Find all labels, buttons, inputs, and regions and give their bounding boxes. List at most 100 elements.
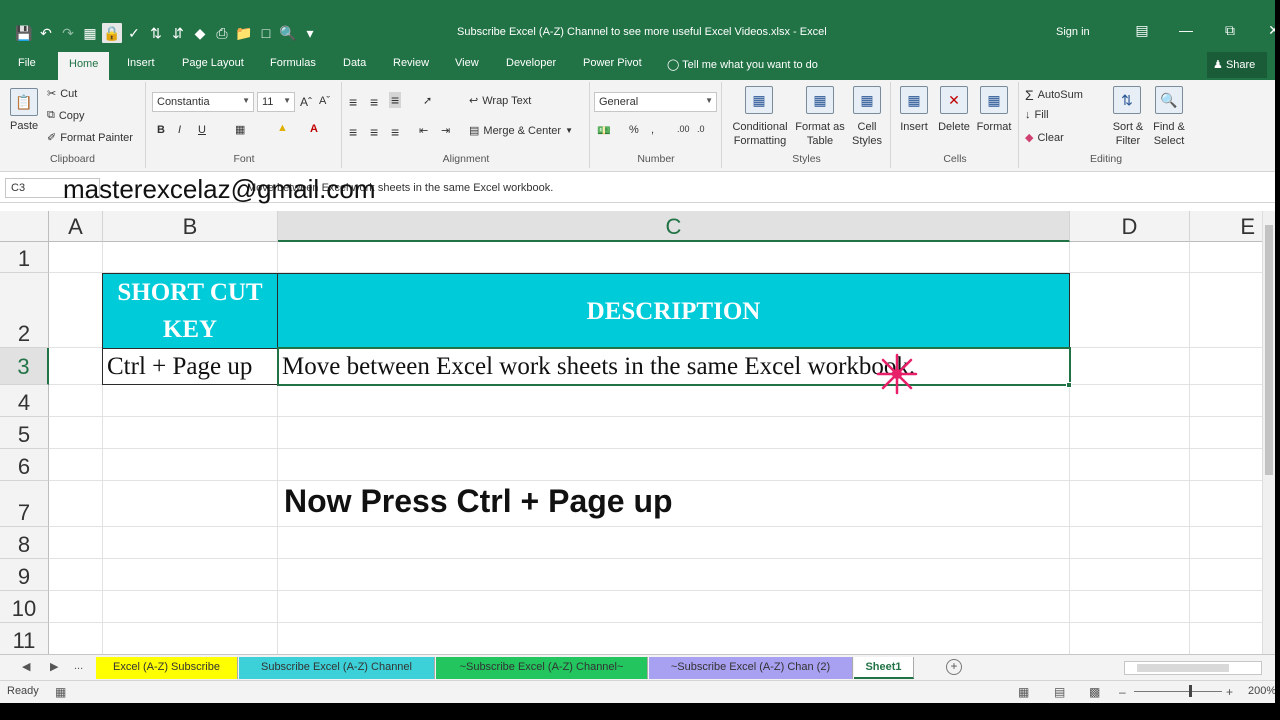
increase-indent-icon[interactable]: ⇥ bbox=[441, 124, 450, 137]
vertical-scroll-thumb[interactable] bbox=[1265, 225, 1273, 475]
number-format-select[interactable]: General ▼ bbox=[594, 92, 717, 112]
print-icon[interactable]: ⎙ bbox=[212, 23, 232, 43]
clear-button[interactable]: ◆ Clear bbox=[1025, 131, 1064, 145]
row-header-5[interactable]: 5 bbox=[0, 417, 49, 449]
redo-icon[interactable]: ↷ bbox=[58, 23, 78, 43]
font-size-select[interactable]: 11 ▼ bbox=[257, 92, 295, 112]
align-top-icon[interactable]: ≡ bbox=[349, 94, 357, 110]
horizontal-scroll-thumb[interactable] bbox=[1137, 664, 1229, 672]
macro-record-icon[interactable]: ▦ bbox=[55, 685, 66, 699]
column-header-a[interactable]: A bbox=[49, 211, 103, 242]
merge-center-button[interactable]: ▤ Merge & Center ▼ bbox=[469, 124, 573, 138]
tab-data[interactable]: Data bbox=[343, 57, 366, 69]
new-file-icon[interactable]: □ bbox=[256, 23, 276, 43]
autosum-button[interactable]: Σ AutoSum bbox=[1025, 87, 1083, 103]
row-header-3[interactable]: 3 bbox=[0, 348, 49, 385]
row-header-8[interactable]: 8 bbox=[0, 527, 49, 559]
increase-decimal-icon[interactable]: .00 bbox=[677, 124, 690, 134]
worksheet-grid[interactable]: A B C D E 1 2 3 4 5 6 7 8 9 10 11 SHORT … bbox=[0, 211, 1262, 654]
column-header-d[interactable]: D bbox=[1070, 211, 1190, 242]
share-button[interactable]: ♟ Share bbox=[1207, 52, 1267, 78]
sheet-tab-4[interactable]: ~Subscribe Excel (A-Z) Chan (2) bbox=[649, 657, 853, 679]
tab-review[interactable]: Review bbox=[393, 57, 429, 69]
add-sheet-icon[interactable]: + bbox=[946, 659, 962, 675]
decrease-decimal-icon[interactable]: .0 bbox=[697, 124, 705, 134]
conditional-formatting-button[interactable]: Conditional Formatting bbox=[727, 120, 793, 148]
fill-button[interactable]: ↓ Fill bbox=[1025, 109, 1049, 121]
restore-icon[interactable]: ⧉ bbox=[1208, 22, 1252, 39]
font-color-icon[interactable]: A bbox=[310, 123, 318, 135]
percent-icon[interactable]: % bbox=[629, 124, 639, 136]
vertical-scrollbar[interactable] bbox=[1262, 211, 1275, 654]
fill-color-icon[interactable]: ▲ bbox=[277, 122, 288, 134]
decrease-indent-icon[interactable]: ⇤ bbox=[419, 124, 428, 137]
cut-button[interactable]: ✂ Cut bbox=[47, 87, 77, 101]
save-icon[interactable]: 💾 bbox=[14, 23, 34, 43]
select-all-corner[interactable] bbox=[0, 211, 49, 242]
header-cell-shortcut-key[interactable]: SHORT CUT KEY bbox=[102, 273, 278, 349]
insert-cells-icon[interactable]: ▦ bbox=[900, 86, 928, 114]
tab-developer[interactable]: Developer bbox=[506, 57, 556, 69]
borders-icon[interactable]: ▦ bbox=[235, 123, 245, 136]
tell-me-box[interactable]: ◯ Tell me what you want to do bbox=[667, 58, 818, 71]
sheet-prev-icon[interactable]: ◀ bbox=[22, 660, 30, 673]
grid-icon[interactable]: ▦ bbox=[80, 23, 100, 43]
sheet-more-button[interactable]: ... bbox=[74, 660, 83, 672]
tab-insert[interactable]: Insert bbox=[127, 57, 155, 69]
wrap-text-button[interactable]: ↩ Wrap Text bbox=[469, 94, 531, 108]
row-header-6[interactable]: 6 bbox=[0, 449, 49, 481]
align-right-icon[interactable]: ≡ bbox=[391, 124, 399, 140]
sheet-tab-3[interactable]: ~Subscribe Excel (A-Z) Channel~ bbox=[436, 657, 648, 679]
sort-asc-icon[interactable]: ⇅ bbox=[146, 23, 166, 43]
tab-view[interactable]: View bbox=[455, 57, 479, 69]
undo-icon[interactable]: ↶ bbox=[36, 23, 56, 43]
align-left-icon[interactable]: ≡ bbox=[349, 124, 357, 140]
cell-styles-button[interactable]: Cell Styles bbox=[847, 120, 887, 148]
close-icon[interactable]: ✕ bbox=[1252, 22, 1275, 39]
tab-formulas[interactable]: Formulas bbox=[270, 57, 316, 69]
ribbon-display-icon[interactable]: ▤ bbox=[1120, 22, 1164, 39]
tab-power-pivot[interactable]: Power Pivot bbox=[583, 57, 642, 69]
sort-filter-button[interactable]: Sort & Filter bbox=[1108, 120, 1148, 148]
minimize-icon[interactable]: — bbox=[1164, 22, 1208, 39]
italic-button[interactable]: I bbox=[178, 124, 181, 136]
fill-handle[interactable] bbox=[1066, 382, 1072, 388]
comma-icon[interactable]: , bbox=[651, 124, 654, 136]
column-header-b[interactable]: B bbox=[103, 211, 278, 242]
row-header-7[interactable]: 7 bbox=[0, 481, 49, 527]
zoom-in-icon[interactable]: + bbox=[1226, 685, 1233, 699]
accounting-icon[interactable]: 💵 bbox=[597, 124, 611, 137]
cell-b3-shortcut[interactable]: Ctrl + Page up bbox=[102, 348, 278, 385]
underline-button[interactable]: U bbox=[198, 124, 206, 136]
sort-filter-icon[interactable]: ⇅ bbox=[1113, 86, 1141, 114]
spellcheck-icon[interactable]: ✓ bbox=[124, 23, 144, 43]
align-middle-icon[interactable]: ≡ bbox=[370, 94, 378, 110]
paste-button[interactable]: Paste bbox=[10, 120, 38, 132]
sheet-next-icon[interactable]: ▶ bbox=[50, 660, 58, 673]
align-center-icon[interactable]: ≡ bbox=[370, 124, 378, 140]
format-as-table-icon[interactable]: ▦ bbox=[806, 86, 834, 114]
tab-home[interactable]: Home bbox=[58, 52, 110, 80]
format-cells-button[interactable]: Format bbox=[974, 120, 1014, 134]
format-cells-icon[interactable]: ▦ bbox=[980, 86, 1008, 114]
sheet-tab-2[interactable]: Subscribe Excel (A-Z) Channel bbox=[239, 657, 435, 679]
format-painter-button[interactable]: ✐ Format Painter bbox=[47, 131, 133, 145]
row-header-10[interactable]: 10 bbox=[0, 591, 49, 623]
zoom-out-icon[interactable]: – bbox=[1119, 685, 1126, 699]
sheet-tab-1[interactable]: Excel (A-Z) Subscribe bbox=[96, 657, 238, 679]
horizontal-scrollbar[interactable] bbox=[1124, 661, 1262, 675]
page-layout-view-icon[interactable]: ▤ bbox=[1054, 685, 1065, 699]
row-header-11[interactable]: 11 bbox=[0, 623, 49, 654]
tab-page-layout[interactable]: Page Layout bbox=[182, 57, 244, 69]
zoom-level[interactable]: 200% bbox=[1248, 685, 1275, 697]
shrink-font-button[interactable]: Aˇ bbox=[319, 95, 330, 107]
tab-file[interactable]: File bbox=[18, 57, 36, 69]
row-header-2[interactable]: 2 bbox=[0, 273, 49, 348]
format-as-table-button[interactable]: Format as Table bbox=[793, 120, 847, 148]
grow-font-button[interactable]: Aˆ bbox=[300, 95, 312, 109]
conditional-formatting-icon[interactable]: ▦ bbox=[745, 86, 773, 114]
find-select-icon[interactable]: 🔍 bbox=[1155, 86, 1183, 114]
delete-cells-icon[interactable]: ✕ bbox=[940, 86, 968, 114]
font-name-select[interactable]: Constantia ▼ bbox=[152, 92, 254, 112]
align-bottom-icon[interactable]: ≡ bbox=[389, 92, 402, 108]
